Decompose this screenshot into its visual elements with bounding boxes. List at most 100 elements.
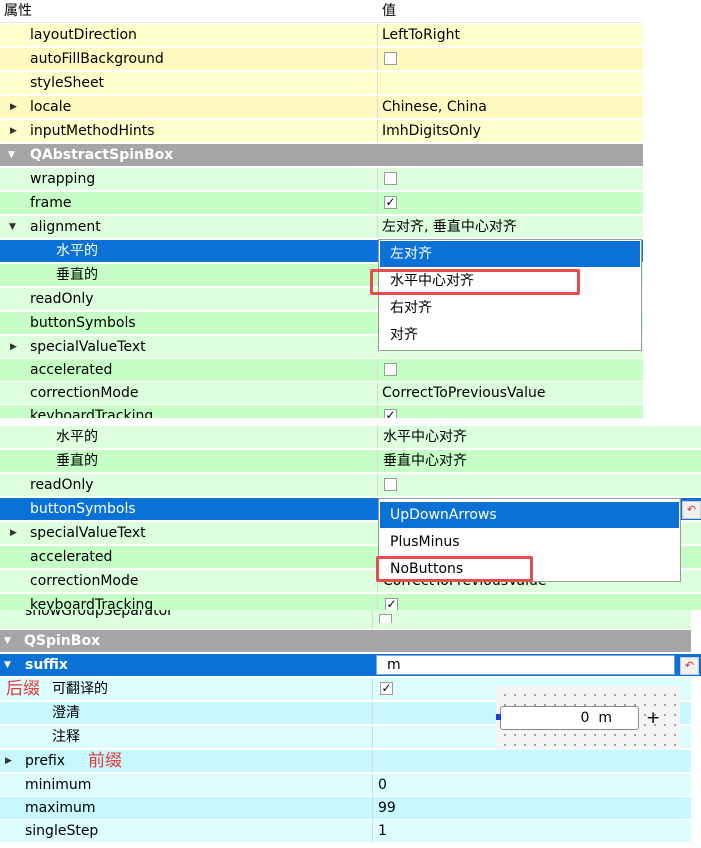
prop-name: locale [30,99,72,115]
frame-checkbox[interactable]: ✓ [384,196,397,209]
dropdown-option[interactable]: 左对齐 [380,241,640,267]
section-QSpinBox[interactable]: ▼ QSpinBox [0,630,691,653]
resize-handle[interactable] [496,714,501,720]
dropdown-option[interactable]: 右对齐 [380,295,640,321]
dropdown-option[interactable]: PlusMinus [380,529,679,555]
prop-name: 垂直的 [56,453,98,469]
annotation-suffix: 后缀 [6,678,40,700]
header-value: 值 [382,3,396,19]
reset-icon[interactable]: ↶ [680,657,699,675]
prop-name: specialValueText [30,339,146,355]
prop-value[interactable]: 1 [378,820,387,842]
expand-arrow-icon[interactable]: ▶ [10,336,17,358]
prop-name: 可翻译的 [52,681,108,697]
prop-row-singleStep[interactable]: singleStep 1 [0,820,691,843]
prop-name: singleStep [25,823,99,839]
prop-name: prefix [25,753,66,769]
expand-arrow-icon[interactable]: ▶ [10,120,17,142]
prop-row-correctionMode[interactable]: correctionMode CorrectToPreviousValue [0,382,643,405]
prop-name: wrapping [30,171,96,187]
collapse-arrow-icon[interactable]: ▼ [4,630,11,652]
prop-row-layoutDirection[interactable]: layoutDirection LeftToRight [0,24,643,47]
prop-row-showGroupSeparator[interactable]: showGroupSeparator [0,610,691,630]
collapse-arrow-icon[interactable]: ▼ [8,144,15,166]
prop-value[interactable]: Chinese, China [382,96,487,118]
alignment-dropdown[interactable]: 左对齐 水平中心对齐 右对齐 对齐 [378,239,642,351]
highlight-box [376,556,533,582]
prop-name: 水平的 [56,429,98,445]
prop-value[interactable]: 水平中心对齐 [383,426,467,448]
prop-value[interactable]: 99 [378,797,396,819]
prop-value[interactable]: ImhDigitsOnly [382,120,481,142]
collapse-arrow-icon[interactable]: ▼ [9,216,16,238]
prop-name: layoutDirection [30,27,137,43]
translatable-checkbox[interactable]: ✓ [380,682,393,695]
prop-name: frame [30,195,72,211]
section-title: QSpinBox [24,633,101,649]
prop-name: correctionMode [30,385,139,401]
prop-row-maximum[interactable]: maximum 99 [0,797,691,820]
prop-name: inputMethodHints [30,123,155,139]
prop-row-autoFillBackground[interactable]: autoFillBackground [0,48,643,71]
reset-icon[interactable]: ↶ [682,501,701,519]
highlight-box [370,269,580,295]
suffix-input[interactable]: m [376,655,675,675]
suffix-input-value: m [387,657,401,673]
prop-name: showGroupSeparator [25,610,173,619]
prop-value[interactable]: 0 [378,774,387,796]
prop-name: autoFillBackground [30,51,164,67]
readonly-checkbox[interactable] [384,478,397,491]
dropdown-option[interactable]: 对齐 [380,322,640,348]
prop-row-styleSheet[interactable]: styleSheet [0,72,643,95]
spinbox-field[interactable]: 0 m [500,706,639,730]
prop-row-suffix[interactable]: ▼ suffix m ↶ [0,654,701,677]
annotation-prefix: 前缀 [88,751,122,771]
prop-name: 澄清 [52,705,80,721]
prop-name: accelerated [30,362,113,378]
plus-button[interactable]: + [646,706,660,730]
prop-name: 注释 [52,729,80,745]
prop-row-readOnly[interactable]: readOnly [0,474,701,497]
section-QAbstractSpinBox[interactable]: ▼ QAbstractSpinBox [0,144,643,167]
autofill-checkbox[interactable] [384,52,397,65]
prop-name: readOnly [30,477,94,493]
prop-name: readOnly [30,291,94,307]
dropdown-option[interactable]: UpDownArrows [380,502,679,528]
prop-name: correctionMode [30,573,139,589]
prop-row-inputMethodHints[interactable]: ▶ inputMethodHints ImhDigitsOnly [0,120,643,143]
prop-name: buttonSymbols [30,315,136,331]
spinbox-value: 0 m [580,710,612,726]
prop-row-keyboardTracking[interactable]: keyboardTracking ✓ [0,405,643,418]
prop-name: styleSheet [30,75,105,91]
prop-row-minimum[interactable]: minimum 0 [0,774,691,797]
expand-arrow-icon[interactable]: ▶ [5,750,12,772]
prop-row-accelerated[interactable]: accelerated [0,359,643,382]
prop-name: buttonSymbols [30,501,136,517]
prop-name: keyboardTracking [30,408,154,418]
header-row: 属性 值 [0,0,643,23]
property-editor-panel-2: 水平的 水平中心对齐 垂直的 垂直中心对齐 readOnly buttonSym… [0,424,701,618]
prop-value[interactable]: 垂直中心对齐 [383,450,467,472]
accelerated-checkbox[interactable] [384,363,397,376]
expand-arrow-icon[interactable]: ▶ [10,522,17,544]
section-title: QAbstractSpinBox [30,147,174,163]
property-editor-panel-3: showGroupSeparator ▼ QSpinBox ▼ suffix m… [0,610,701,848]
prop-name: accelerated [30,549,113,565]
prop-name: 垂直的 [56,267,98,283]
prop-name: minimum [25,777,92,793]
prop-row-alignment[interactable]: ▼ alignment 左对齐, 垂直中心对齐 [0,216,643,239]
prop-row-frame[interactable]: frame ✓ [0,192,643,215]
expand-arrow-icon[interactable]: ▶ [10,96,17,118]
prop-value[interactable]: 左对齐, 垂直中心对齐 [382,216,517,238]
prop-row-locale[interactable]: ▶ locale Chinese, China [0,96,643,119]
prop-value[interactable]: CorrectToPreviousValue [382,382,545,404]
keyboardtracking-checkbox[interactable]: ✓ [384,409,397,418]
wrapping-checkbox[interactable] [384,172,397,185]
prop-row-horizontal[interactable]: 水平的 水平中心对齐 [0,426,701,449]
prop-row-wrapping[interactable]: wrapping [0,168,643,191]
collapse-arrow-icon[interactable]: ▼ [4,654,11,676]
prop-value[interactable]: LeftToRight [382,24,460,46]
prop-row-vertical[interactable]: 垂直的 垂直中心对齐 [0,450,701,473]
prop-name: alignment [30,219,101,235]
groupseparator-checkbox[interactable] [379,614,392,623]
